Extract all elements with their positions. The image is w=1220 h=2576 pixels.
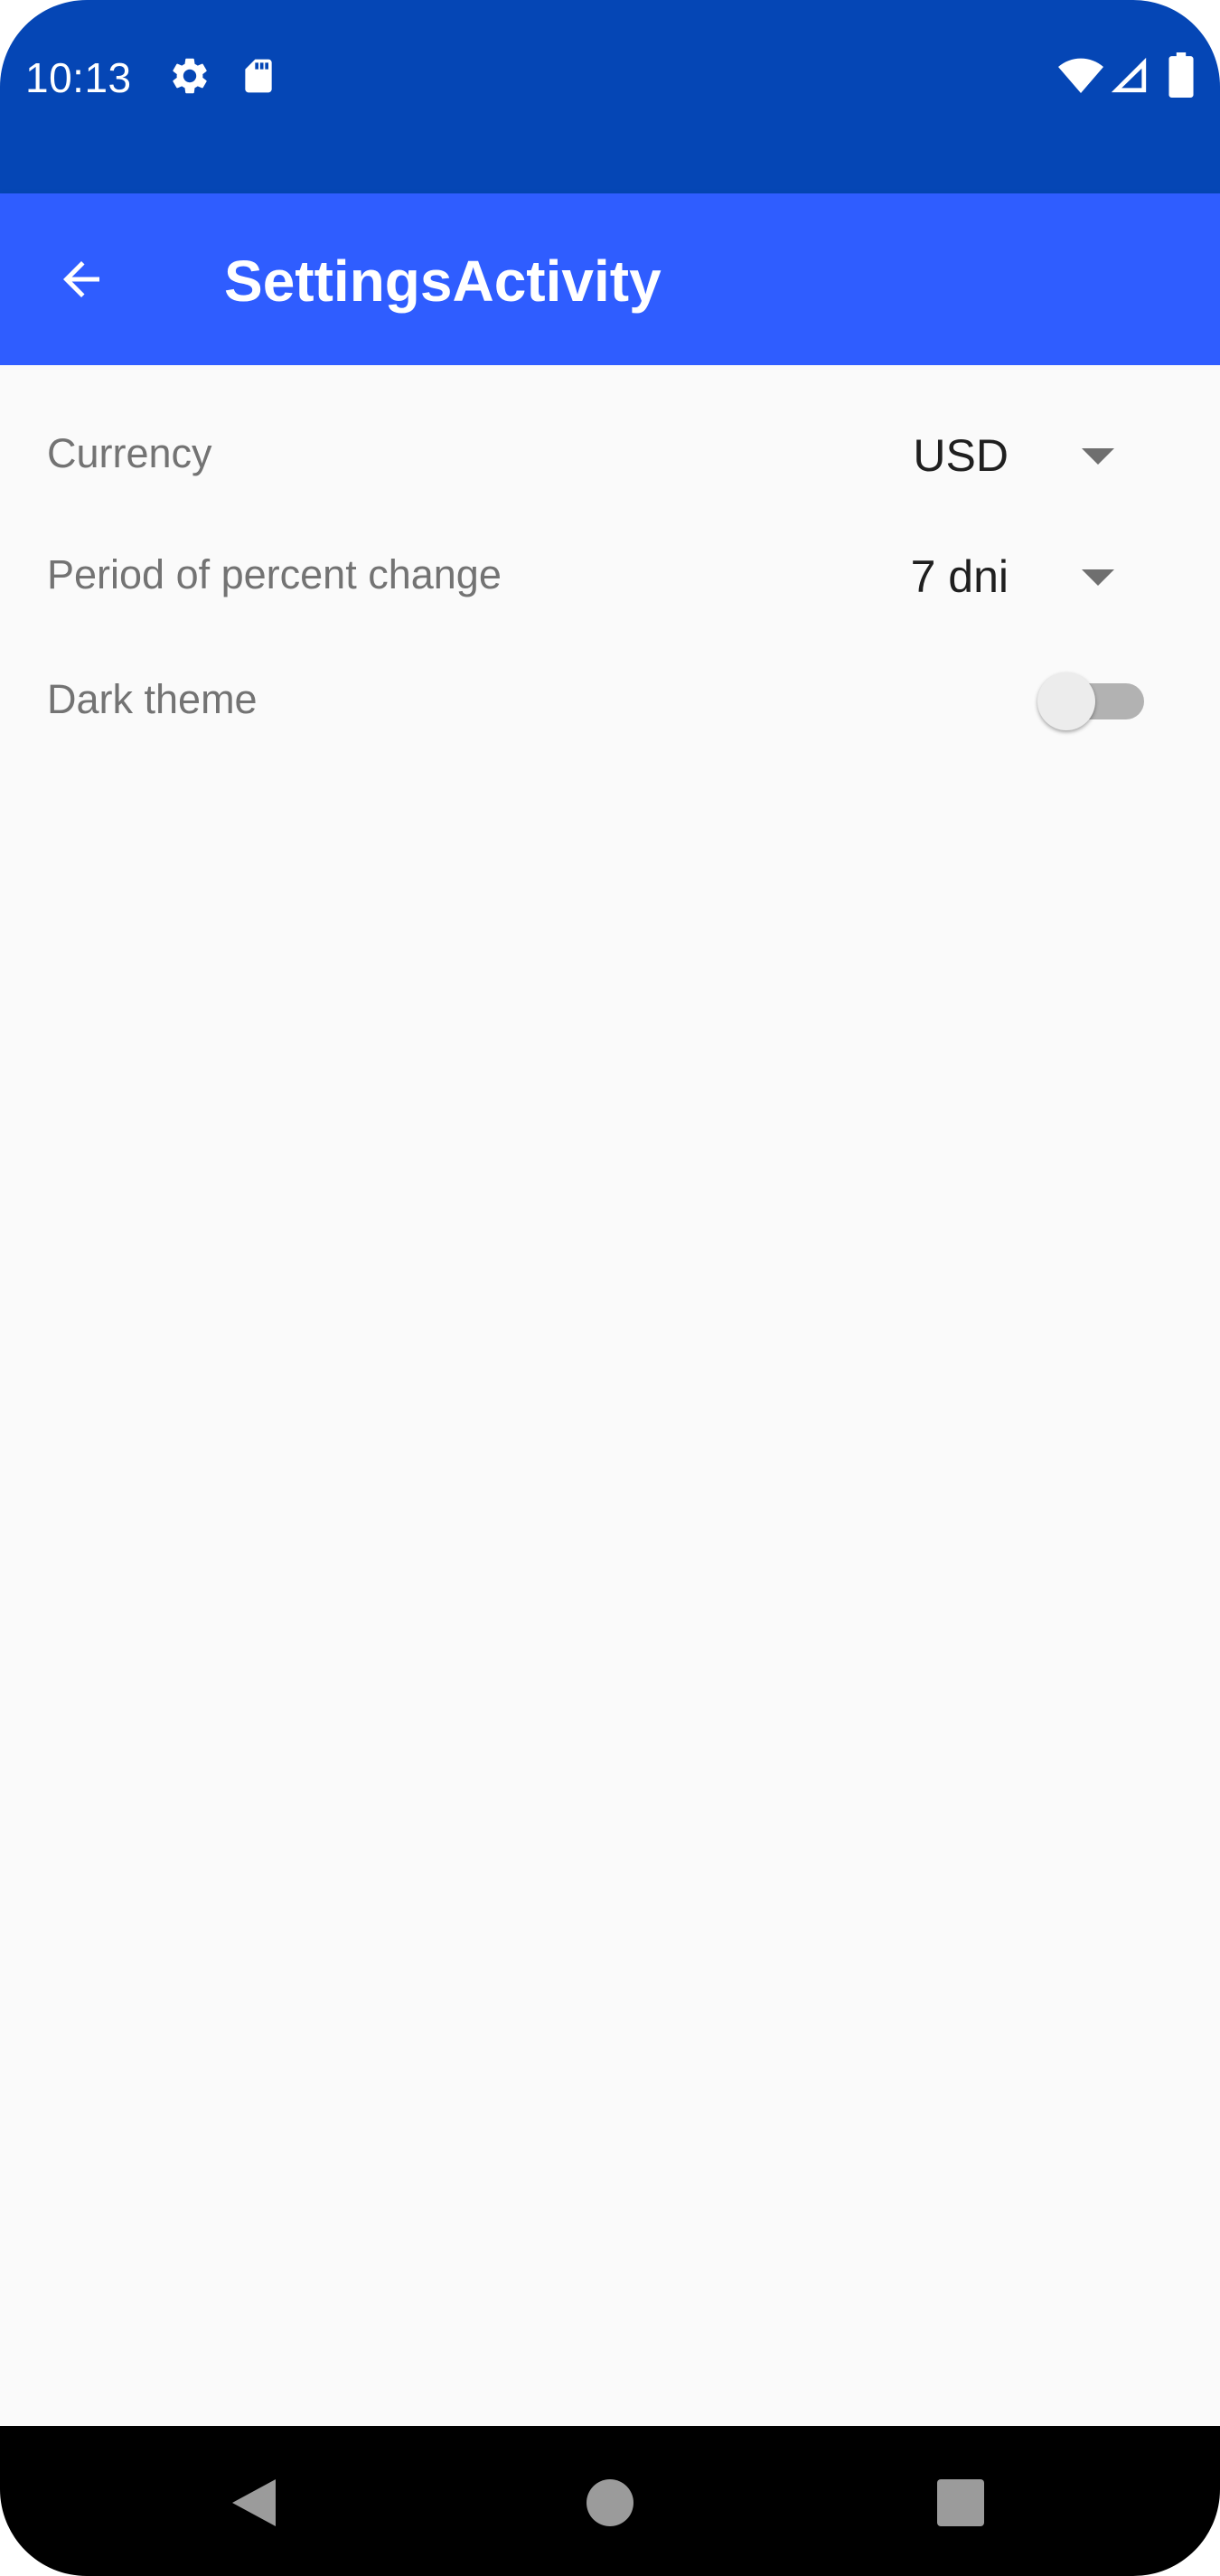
page-title: SettingsActivity [224,249,662,314]
status-time: 10:13 [25,54,132,101]
chevron-down-icon [1082,448,1114,465]
period-label: Period of percent change [47,551,502,597]
wifi-icon [1058,58,1103,93]
settings-gear-icon [173,58,207,94]
setting-row-currency: Currency USD [0,398,1220,515]
setting-row-period: Period of percent change 7 dni [0,519,1220,636]
currency-dropdown[interactable]: USD [813,407,1157,506]
setting-row-dark-theme: Dark theme [0,642,1220,759]
status-bar: 10:13 [0,0,1220,193]
back-triangle-icon [232,2479,276,2526]
settings-list: Currency USD Period of percent change 7 … [0,365,1220,2426]
recents-square-icon [937,2479,984,2526]
battery-icon [1168,52,1194,98]
switch-thumb [1037,672,1095,730]
arrow-left-icon [63,261,99,297]
currency-value: USD [913,430,1009,481]
currency-label: Currency [47,430,212,476]
sd-card-icon [245,59,272,93]
nav-recents-button[interactable] [911,2453,1010,2552]
cellular-signal-icon [1111,57,1147,93]
app-bar: SettingsActivity [0,193,1220,365]
nav-home-button[interactable] [560,2453,660,2552]
dark-theme-label: Dark theme [47,676,258,722]
back-button[interactable] [36,234,127,324]
period-value: 7 dni [910,551,1009,602]
navigation-bar [0,2426,1220,2576]
phone-screen: 10:13 SettingsActivity Currency USD Peri… [0,0,1220,2576]
nav-back-button[interactable] [204,2453,304,2552]
period-dropdown[interactable]: 7 dni [813,528,1157,627]
chevron-down-icon [1082,569,1114,586]
home-circle-icon [587,2479,633,2526]
dark-theme-switch[interactable] [1037,662,1144,734]
